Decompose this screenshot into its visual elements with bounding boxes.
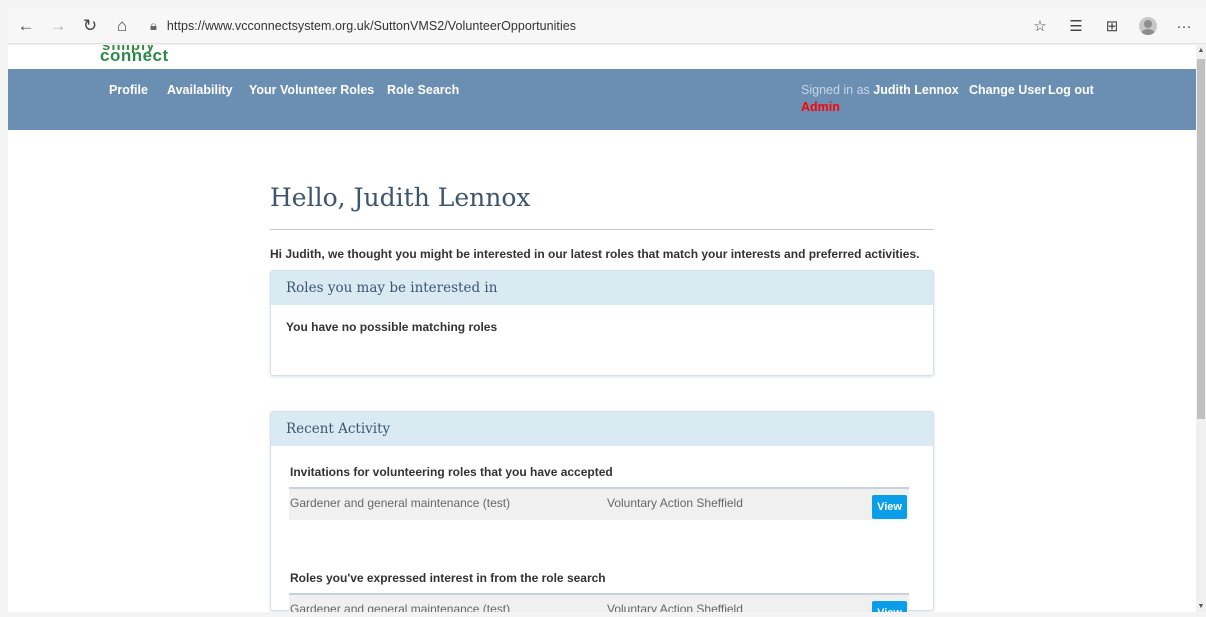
avatar — [1139, 17, 1157, 35]
no-roles-message: You have no possible matching roles — [286, 320, 498, 334]
browser-toolbar: ← → ↻ ⌂ 🔒︎ https://www.vcconnectsystem.o… — [8, 8, 1206, 44]
nav-your-volunteer-roles[interactable]: Your Volunteer Roles — [249, 83, 374, 97]
scroll-up-icon[interactable]: ▲ — [1196, 47, 1206, 54]
log-out-link[interactable]: Log out — [1048, 83, 1094, 97]
row-role: Gardener and general maintenance (test) — [290, 496, 511, 510]
scrollbar-thumb[interactable] — [1197, 59, 1205, 419]
intro-text: Hi Judith, we thought you might be inter… — [270, 247, 920, 261]
row-organisation: Voluntary Action Sheffield — [607, 496, 743, 510]
signed-in-prefix: Signed in as — [801, 83, 870, 97]
roles-panel-header: Roles you may be interested in — [271, 271, 933, 305]
browser-tools: ☆ ☰ ⊞ ··· — [1022, 12, 1202, 40]
home-icon[interactable]: ⌂ — [108, 12, 136, 40]
more-icon[interactable]: ··· — [1166, 12, 1202, 40]
scroll-down-icon[interactable]: ▼ — [1196, 603, 1206, 610]
forward-icon[interactable]: → — [44, 12, 72, 40]
favorites-icon[interactable]: ☰ — [1058, 12, 1094, 40]
view-button[interactable]: View — [872, 495, 907, 519]
main-content: Hello, Judith Lennox Hi Judith, we thoug… — [270, 130, 934, 612]
table-row: Gardener and general maintenance (test) … — [289, 487, 909, 520]
top-navigation: Profile Availability Your Volunteer Role… — [8, 69, 1196, 130]
address-bar[interactable]: 🔒︎ https://www.vcconnectsystem.org.uk/Su… — [150, 12, 850, 40]
collections-icon[interactable]: ⊞ — [1094, 12, 1130, 40]
table-row: Gardener and general maintenance (test) … — [289, 593, 909, 612]
nav-profile[interactable]: Profile — [109, 83, 148, 97]
title-divider — [270, 229, 934, 230]
nav-availability[interactable]: Availability — [167, 83, 233, 97]
expressed-interest-title: Roles you've expressed interest in from … — [290, 571, 606, 585]
view-button[interactable]: View — [872, 601, 907, 612]
page-title: Hello, Judith Lennox — [270, 183, 531, 212]
page-viewport: simply connect Profile Availability Your… — [8, 45, 1196, 612]
page-scrollbar[interactable]: ▲ ▼ — [1196, 45, 1206, 612]
nav-role-search[interactable]: Role Search — [387, 83, 459, 97]
logo-bottom-text: connect — [100, 46, 169, 65]
recent-activity-panel: Recent Activity Invitations for voluntee… — [270, 411, 934, 612]
favorite-add-icon[interactable]: ☆ — [1022, 12, 1058, 40]
site-logo[interactable]: simply connect — [100, 45, 300, 69]
user-role-badge: Admin — [801, 100, 840, 114]
refresh-icon[interactable]: ↻ — [76, 12, 104, 40]
change-user-link[interactable]: Change User — [969, 83, 1046, 97]
row-organisation: Voluntary Action Sheffield — [607, 602, 743, 612]
accepted-invitations-title: Invitations for volunteering roles that … — [290, 465, 613, 479]
row-role: Gardener and general maintenance (test) — [290, 602, 511, 612]
lock-icon[interactable]: 🔒︎ — [150, 18, 157, 34]
signed-in-status: Signed in as Judith Lennox — [801, 83, 959, 97]
recent-activity-header: Recent Activity — [271, 412, 933, 446]
back-icon[interactable]: ← — [12, 12, 40, 40]
url-text: https://www.vcconnectsystem.org.uk/Sutto… — [166, 18, 577, 33]
profile-avatar-icon[interactable] — [1130, 12, 1166, 40]
roles-interest-panel: Roles you may be interested in You have … — [270, 270, 934, 376]
signed-in-user: Judith Lennox — [873, 83, 959, 97]
